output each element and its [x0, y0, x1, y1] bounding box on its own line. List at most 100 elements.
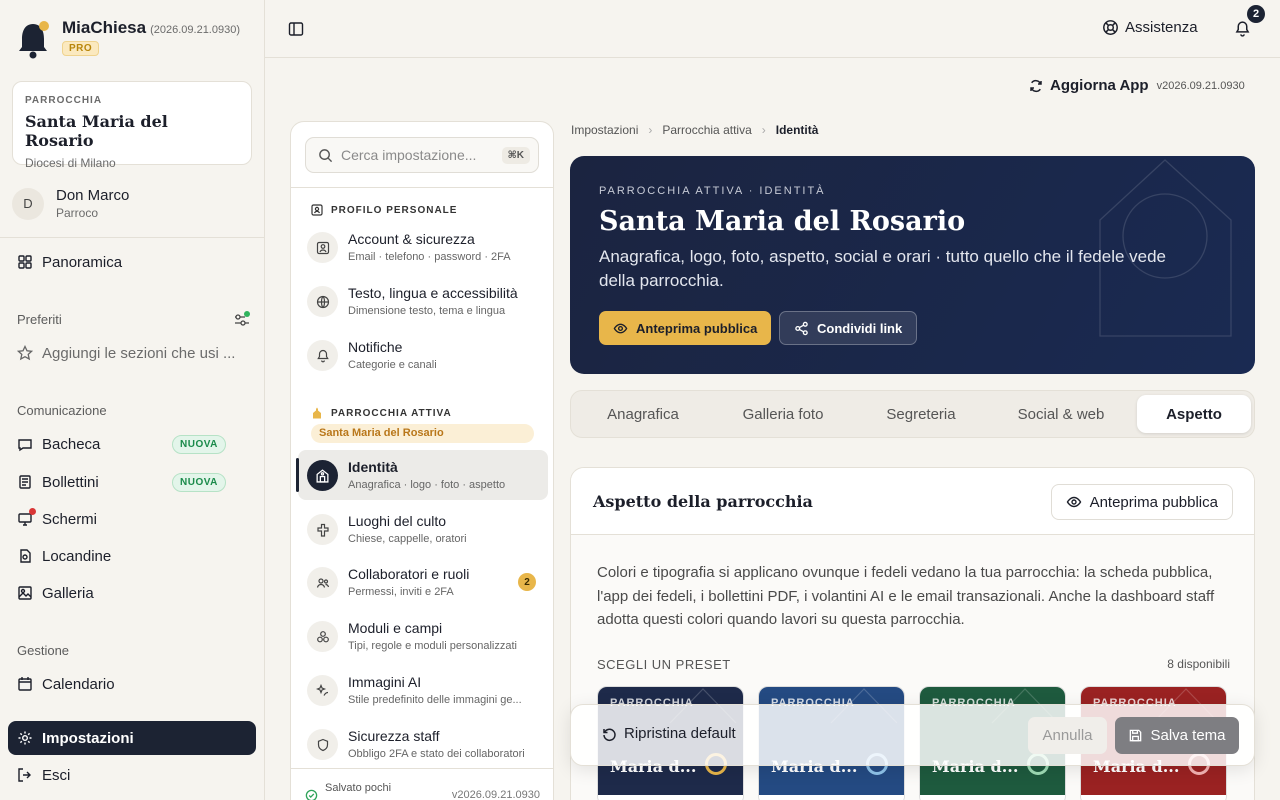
tab-anagrafica[interactable]: Anagrafica — [575, 395, 711, 433]
settings-search[interactable]: ⌘K — [305, 137, 539, 173]
communication-title: Comunicazione — [17, 403, 107, 418]
tab-social-web[interactable]: Social & web — [989, 395, 1133, 433]
item-subtitle: Permessi, inviti e 2FA — [348, 586, 454, 598]
section-parish: PARROCCHIA ATTIVA — [311, 407, 452, 419]
nav-bollettini[interactable]: Bollettini NUOVA — [8, 465, 256, 499]
nav-bacheca-label: Bacheca — [42, 435, 101, 453]
reset-default-button[interactable]: Ripristina default — [601, 725, 736, 742]
settings-item-language[interactable]: Testo, lingua e accessibilità Dimensione … — [298, 276, 548, 326]
notification-count: 2 — [1247, 5, 1265, 23]
theme-action-bar: Ripristina default Annulla Salva tema — [570, 704, 1255, 766]
settings-item-account[interactable]: Account & sicurezza Email · telefono · pa… — [298, 222, 548, 272]
appearance-description: Colori e tipografia si applicano ovunque… — [597, 564, 1215, 628]
nav-galleria[interactable]: Galleria — [8, 576, 256, 610]
appearance-title: Aspetto della parrocchia — [593, 492, 813, 511]
settings-item-identity[interactable]: Identità Anagrafica · logo · foto · aspet… — [296, 450, 548, 500]
nav-bacheca[interactable]: Bacheca NUOVA — [8, 427, 256, 461]
public-preview-label: Anteprima pubblica — [636, 320, 758, 336]
users-icon — [307, 567, 338, 598]
parish-switcher[interactable]: PARROCCHIA Santa Maria del Rosario Dioce… — [12, 81, 252, 170]
settings-panel: ⌘K PROFILO PERSONALE Account & sicurezza… — [290, 121, 554, 800]
section-parish-title: PARROCCHIA ATTIVA — [331, 407, 452, 419]
tab-segreteria[interactable]: Segreteria — [855, 395, 987, 433]
settings-item-ai-images[interactable]: Immagini AI Stile predefinito delle immag… — [298, 665, 548, 715]
settings-item-places[interactable]: Luoghi del culto Chiese, cappelle, orator… — [298, 504, 548, 554]
nav-galleria-label: Galleria — [42, 584, 94, 602]
preset-count: 8 disponibili — [1167, 657, 1230, 671]
eye-icon — [613, 323, 628, 333]
appearance-preview-button[interactable]: Anteprima pubblica — [1050, 484, 1233, 520]
item-subtitle: Email · telefono · password · 2FA — [348, 251, 511, 263]
alert-dot — [29, 508, 36, 515]
nav-impostazioni[interactable]: Impostazioni — [8, 721, 256, 755]
nav-overview[interactable]: Panoramica — [8, 245, 256, 279]
nav-esci[interactable]: Esci — [8, 758, 256, 792]
undo-icon — [603, 728, 616, 741]
save-status-footer: Salvato pochi v2026.09.21.0930 — [291, 768, 553, 800]
nav-esci-label: Esci — [42, 766, 71, 784]
lifebuoy-icon — [1103, 20, 1118, 35]
help-button[interactable]: Assistenza — [1102, 19, 1198, 36]
settings-item-collaborators[interactable]: Collaboratori e ruoli Permessi, inviti e … — [298, 557, 548, 607]
cross-icon — [307, 514, 338, 545]
newsletter-icon — [19, 475, 31, 489]
brand[interactable]: MiaChiesa (2026.09.21.0930) PRO — [16, 18, 240, 60]
saved-status: Salvato pochi — [325, 782, 392, 794]
search-input[interactable] — [341, 147, 491, 163]
refresh-icon — [1030, 79, 1042, 92]
parish-diocese: Diocesi di Milano — [25, 156, 116, 170]
item-title: Immagini AI — [348, 674, 422, 690]
save-theme-button[interactable]: Salva tema — [1115, 717, 1239, 754]
favorites-title: Preferiti — [17, 312, 62, 327]
eye-icon — [1066, 496, 1081, 508]
share-link-button[interactable]: Condividi link — [779, 311, 918, 345]
identity-hero: PARROCCHIA ATTIVA · IDENTITÀ Santa Maria… — [570, 156, 1255, 374]
cancel-button[interactable]: Annulla — [1028, 717, 1107, 754]
save-theme-label: Salva tema — [1150, 727, 1226, 744]
update-app-button[interactable]: Aggiorna App v2026.09.21.0930 — [1028, 77, 1245, 94]
share-icon — [795, 321, 808, 335]
app-version: (2026.09.21.0930) — [150, 24, 241, 36]
nav-schermi[interactable]: Schermi — [8, 502, 256, 536]
item-title: Identità — [348, 459, 398, 475]
search-icon — [319, 148, 333, 162]
share-link-label: Condividi link — [817, 320, 903, 336]
chevron-right-icon: › — [648, 123, 653, 137]
item-subtitle: Stile predefinito delle immagini ge... — [348, 694, 522, 706]
settings-item-notifications[interactable]: Notifiche Categorie e canali — [298, 330, 548, 380]
bell-icon[interactable] — [1234, 20, 1251, 37]
reset-label: Ripristina default — [624, 725, 736, 742]
user-profile[interactable]: D Don Marco Parroco — [12, 187, 129, 220]
section-personal-title: PROFILO PERSONALE — [331, 204, 458, 216]
item-subtitle: Chiese, cappelle, oratori — [348, 533, 467, 545]
item-title: Account & sicurezza — [348, 231, 475, 247]
avatar: D — [12, 187, 44, 220]
preset-label: SCEGLI UN PRESET — [597, 657, 731, 672]
settings-item-forms[interactable]: Moduli e campi Tipi, regole e moduli pers… — [298, 611, 548, 661]
divider — [0, 237, 264, 238]
new-badge: NUOVA — [172, 434, 226, 454]
sidebar-toggle-icon[interactable] — [288, 21, 304, 37]
settings-item-staff-security[interactable]: Sicurezza staff Obbligo 2FA e stato dei c… — [298, 719, 548, 769]
id-card-icon — [307, 232, 338, 263]
breadcrumb: Impostazioni › Parrocchia attiva › Ident… — [571, 123, 818, 137]
tab-aspetto[interactable]: Aspetto — [1137, 395, 1251, 433]
item-subtitle: Dimensione testo, tema e lingua — [348, 305, 506, 317]
breadcrumb-item[interactable]: Parrocchia attiva — [662, 123, 751, 137]
tab-galleria-foto[interactable]: Galleria foto — [713, 395, 853, 433]
calendar-icon — [18, 677, 32, 691]
gallery-icon — [18, 586, 32, 600]
customize-favorites-icon[interactable] — [233, 311, 251, 329]
public-preview-button[interactable]: Anteprima pubblica — [599, 311, 772, 345]
breadcrumb-current: Identità — [775, 123, 819, 137]
nav-calendario[interactable]: Calendario — [8, 667, 256, 701]
favorites-add-hint[interactable]: Aggiungi le sezioni che usi ... — [8, 336, 256, 370]
nav-locandine[interactable]: Locandine — [8, 539, 256, 573]
new-badge: NUOVA — [172, 472, 226, 492]
pro-badge: PRO — [62, 41, 100, 56]
breadcrumb-item[interactable]: Impostazioni — [571, 123, 638, 137]
preset-footer — [759, 795, 904, 800]
board-icon — [18, 439, 32, 452]
poster-icon — [20, 549, 31, 563]
chevron-right-icon: › — [761, 123, 766, 137]
